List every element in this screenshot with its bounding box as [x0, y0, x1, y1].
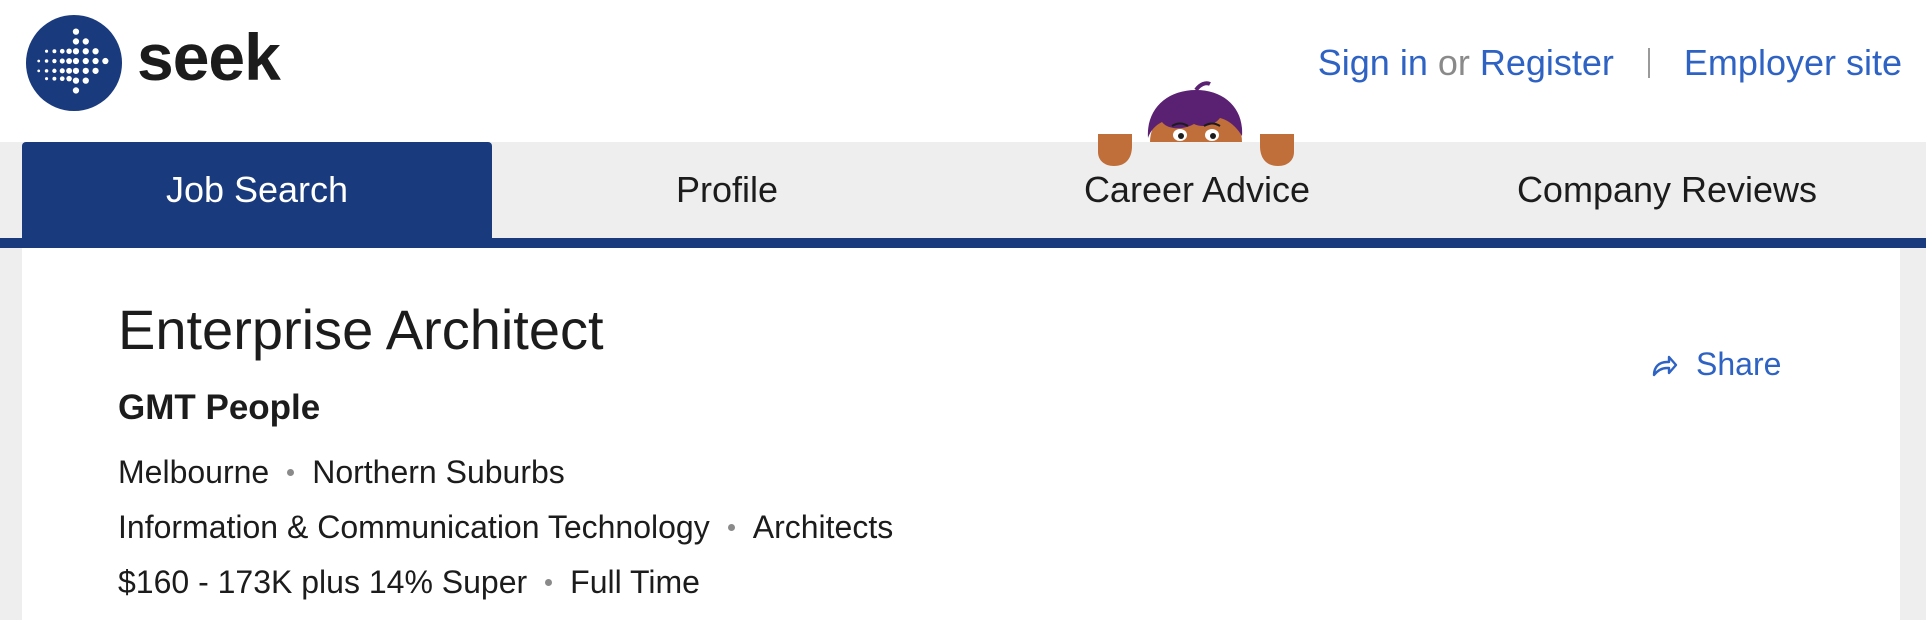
- bullet-separator: [727, 523, 735, 531]
- job-area: Northern Suburbs: [312, 454, 565, 490]
- bullet-separator: [287, 468, 295, 476]
- site-header: seek Sign in or Register Employer site: [0, 0, 1926, 142]
- page-gutter-left: [0, 248, 22, 620]
- seek-logo-icon: [25, 14, 123, 112]
- company-name[interactable]: GMT People: [118, 390, 320, 425]
- page-gutter-right: [1900, 248, 1926, 620]
- seek-logo[interactable]: seek: [25, 14, 281, 112]
- register-link[interactable]: Register: [1480, 42, 1614, 84]
- tab-job-search[interactable]: Job Search: [22, 142, 492, 238]
- employer-site-link[interactable]: Employer site: [1684, 42, 1902, 84]
- or-text: or: [1437, 42, 1470, 83]
- main-nav: Job Search Profile Career Advice Company…: [0, 142, 1926, 238]
- job-location: Melbourne: [118, 454, 270, 490]
- job-title: Enterprise Architect: [118, 298, 604, 361]
- share-label: Share: [1696, 346, 1782, 382]
- job-location-row: Melbourne Northern Suburbs: [118, 456, 565, 488]
- job-classification: Information & Communication Technology: [118, 509, 710, 545]
- peeking-mascot-icon: [1098, 81, 1294, 166]
- logo-wordmark: seek: [137, 20, 281, 94]
- job-salary-row: $160 - 173K plus 14% Super Full Time: [118, 566, 700, 598]
- divider: [1647, 48, 1650, 78]
- job-classification-row: Information & Communication Technology A…: [118, 511, 893, 543]
- share-button[interactable]: Share: [1650, 346, 1781, 383]
- auth-links: Sign in or Register Employer site: [1318, 42, 1902, 84]
- tab-company-reviews[interactable]: Company Reviews: [1432, 142, 1902, 238]
- share-arrow-icon: [1652, 355, 1678, 376]
- job-work-type: Full Time: [570, 564, 700, 600]
- job-salary: $160 - 173K plus 14% Super: [118, 564, 528, 600]
- tab-profile[interactable]: Profile: [492, 142, 962, 238]
- sign-in-link[interactable]: Sign in: [1318, 42, 1428, 84]
- bullet-separator: [545, 578, 553, 586]
- job-sub-classification: Architects: [752, 509, 894, 545]
- nav-underline-bar: [0, 238, 1926, 248]
